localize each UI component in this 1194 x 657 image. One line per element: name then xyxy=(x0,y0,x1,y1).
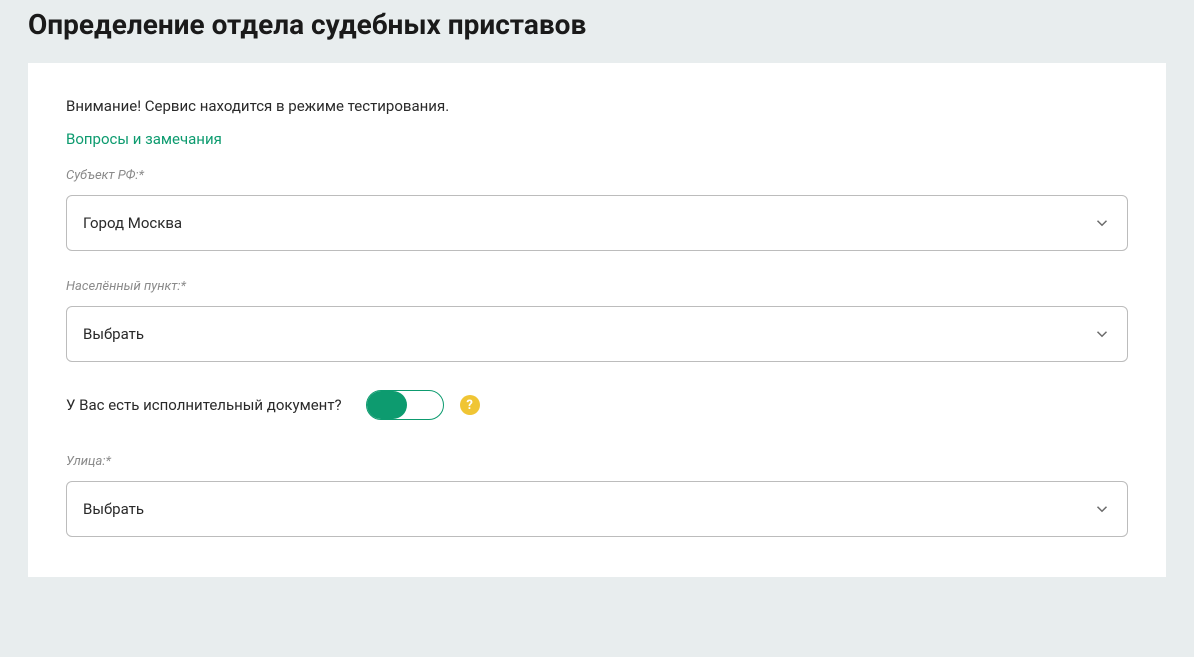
chevron-down-icon xyxy=(1093,325,1111,343)
subject-value: Город Москва xyxy=(83,214,1093,232)
field-subject: Субъект РФ:* Город Москва xyxy=(66,168,1128,251)
help-icon[interactable]: ? xyxy=(460,395,480,415)
locality-value: Выбрать xyxy=(83,325,1093,343)
chevron-down-icon xyxy=(1093,214,1111,232)
field-locality: Населённый пункт:* Выбрать xyxy=(66,279,1128,362)
street-value: Выбрать xyxy=(83,500,1093,518)
street-select[interactable]: Выбрать xyxy=(66,481,1128,537)
feedback-link[interactable]: Вопросы и замечания xyxy=(66,130,222,148)
executive-document-toggle[interactable] xyxy=(366,390,444,420)
locality-select[interactable]: Выбрать xyxy=(66,306,1128,362)
subject-label: Субъект РФ:* xyxy=(66,168,1128,183)
field-street: Улица:* Выбрать xyxy=(66,454,1128,537)
subject-select[interactable]: Город Москва xyxy=(66,195,1128,251)
toggle-knob xyxy=(367,391,407,419)
street-label: Улица:* xyxy=(66,454,1128,469)
locality-label: Населённый пункт:* xyxy=(66,279,1128,294)
warning-text: Внимание! Сервис находится в режиме тест… xyxy=(66,97,1128,115)
chevron-down-icon xyxy=(1093,500,1111,518)
form-card: Внимание! Сервис находится в режиме тест… xyxy=(28,63,1166,577)
toggle-label: У Вас есть исполнительный документ? xyxy=(66,396,342,414)
page-title: Определение отдела судебных приставов xyxy=(28,0,1166,63)
toggle-row: У Вас есть исполнительный документ? ? xyxy=(66,390,1128,420)
